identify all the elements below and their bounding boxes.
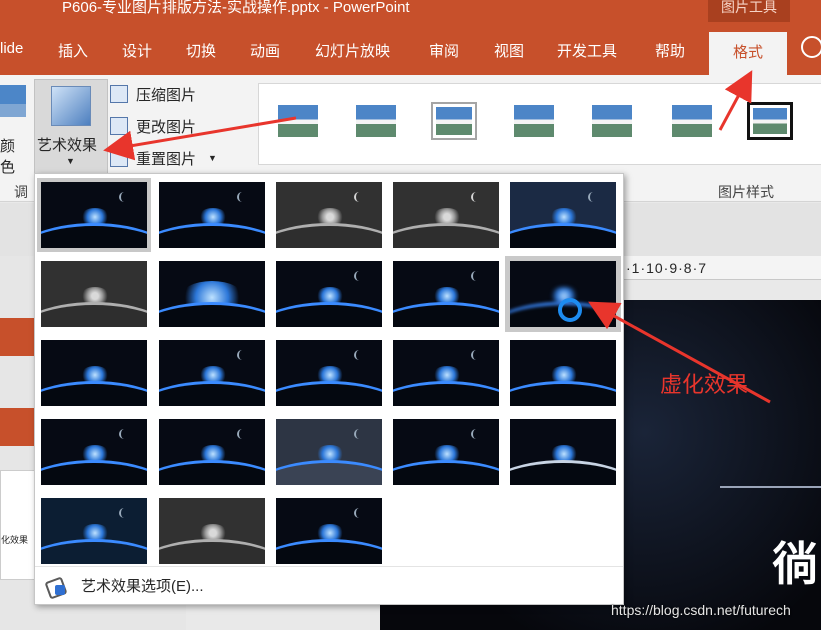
reset-picture-button[interactable]: 重置图片 ▼ [110,145,217,171]
window-title: P606-专业图片排版方法-实战操作.pptx - PowerPoint [62,0,410,16]
effect-film-grain[interactable] [276,340,382,406]
effect-pencil-grayscale[interactable] [276,182,382,248]
slide-divider-line [720,486,821,488]
artistic-effects-button[interactable]: 艺术效果 ▼ [34,79,108,179]
color-icon [0,85,26,117]
effect-plastic-wrap[interactable] [510,419,616,485]
title-bar: P606-专业图片排版方法-实战操作.pptx - PowerPoint 图片工… [0,0,821,22]
artistic-effects-options-label: 艺术效果选项(E)... [81,578,204,595]
artistic-effects-options[interactable]: 艺术效果选项(E)... [35,566,623,604]
effect-paint-strokes[interactable] [159,261,265,327]
effect-texturizer[interactable] [159,419,265,485]
ribbon-tabs: lide 插入 设计 切换 动画 幻灯片放映 审阅 视图 开发工具 帮助 格式 [0,22,821,75]
tab-slide[interactable]: lide [0,40,23,57]
change-picture-button[interactable]: 更改图片 [110,113,196,139]
tab-insert[interactable]: 插入 [58,40,88,61]
effect-pencil-sketch[interactable] [393,182,499,248]
reset-picture-label: 重置图片 [136,150,197,168]
effect-watercolor-sponge[interactable] [159,340,265,406]
effect-line-drawing[interactable] [510,182,616,248]
tab-format[interactable]: 格式 [709,32,788,75]
chevron-down-icon: ▼ [66,156,75,166]
compress-pictures-button[interactable]: 压缩图片 [110,81,196,107]
artistic-effects-dropdown: 艺术效果选项(E)... [34,173,624,605]
picture-style-7[interactable] [747,102,793,140]
effect-glow-diffused[interactable] [393,261,499,327]
tab-help[interactable]: 帮助 [655,40,685,61]
picture-style-6[interactable] [669,102,715,140]
artistic-effects-label: 艺术效果 [37,137,98,154]
context-tab-group-label: 图片工具 [708,0,790,22]
effect-none[interactable] [37,178,151,252]
reset-picture-icon [110,149,128,167]
effect-mosaic-bubbles[interactable] [393,340,499,406]
tab-transitions[interactable]: 切换 [186,40,216,61]
slide-thumbnail-text: 化效果 [1,535,29,545]
compress-icon [110,85,128,103]
slide-title-glyph: 徜 [772,538,818,590]
effect-photocopy[interactable] [159,498,265,564]
tab-slideshow[interactable]: 幻灯片放映 [315,40,390,61]
picture-styles-group-label: 图片样式 [718,184,774,200]
effect-glow-edges[interactable] [276,498,382,564]
tab-review[interactable]: 审阅 [429,40,459,61]
picture-style-4[interactable] [511,102,557,140]
picture-style-3[interactable] [431,102,477,140]
paint-icon [45,575,67,597]
color-button-label: 颜色 [0,138,16,176]
watermark: https://blog.csdn.net/futurech [611,602,791,618]
cursor-ring-icon [558,298,582,322]
color-button[interactable]: 颜色 [0,79,28,179]
effect-glass[interactable] [510,340,616,406]
effect-blur[interactable] [505,256,621,332]
tab-animations[interactable]: 动画 [250,40,280,61]
tab-view[interactable]: 视图 [494,40,524,61]
effect-chalk-sketch[interactable] [41,261,147,327]
picture-style-2[interactable] [353,102,399,140]
effect-cement[interactable] [41,419,147,485]
lightbulb-icon[interactable] [801,36,821,58]
chevron-down-icon: ▼ [208,153,217,163]
effect-pastels-smooth[interactable] [393,419,499,485]
horizontal-ruler: ·1·10·9·8·7 [622,256,821,280]
tab-developer[interactable]: 开发工具 [557,40,617,61]
adjust-group-label: 调 [14,184,28,200]
artistic-effects-icon [51,86,91,126]
picture-style-5[interactable] [589,102,635,140]
picture-style-1[interactable] [275,102,321,140]
effect-light-screen[interactable] [41,340,147,406]
compress-label: 压缩图片 [136,86,197,104]
effect-cutout[interactable] [41,498,147,564]
effect-paint-brush[interactable] [276,261,382,327]
effect-marker[interactable] [159,182,265,248]
tab-design[interactable]: 设计 [122,40,152,61]
annotation-label: 虚化效果 [660,372,749,397]
picture-styles-gallery [258,83,821,165]
effect-crisscross-etching[interactable] [276,419,382,485]
change-picture-label: 更改图片 [136,118,197,136]
change-picture-icon [110,117,128,135]
